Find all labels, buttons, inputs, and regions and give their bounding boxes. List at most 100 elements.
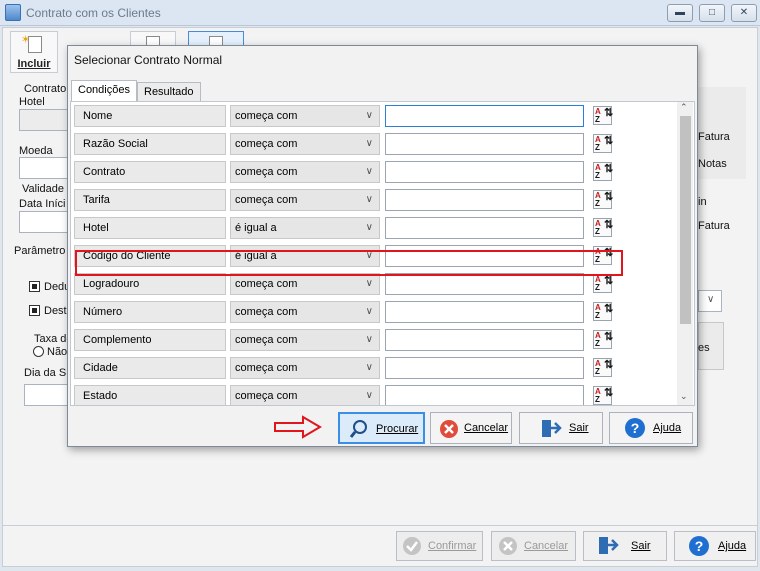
field-name-cell: Cidade <box>74 357 226 379</box>
chevron-down-icon: ∨ <box>365 334 373 345</box>
condition-row: Nome começa com ∨ A Z ⇅ <box>71 102 679 130</box>
hotel-label: Hotel <box>19 96 45 108</box>
grid-scrollbar[interactable]: ⌃ ⌄ <box>677 102 693 405</box>
value-input[interactable] <box>385 329 584 351</box>
sort-az-icon[interactable]: A Z ⇅ <box>593 386 613 405</box>
condition-row: Estado começa com ∨ A Z ⇅ <box>71 382 679 405</box>
red-arrow-icon <box>274 415 322 439</box>
hotel-field[interactable] <box>19 109 69 131</box>
operator-dropdown[interactable]: começa com ∨ <box>230 357 380 379</box>
scroll-thumb[interactable] <box>680 116 691 324</box>
chevron-down-icon: ∨ <box>365 278 373 289</box>
svg-text:?: ? <box>631 420 640 436</box>
field-name-cell: Logradouro <box>74 273 226 295</box>
value-input[interactable] <box>385 105 584 127</box>
dest-label: Dest <box>44 305 67 317</box>
sort-az-icon[interactable]: A Z ⇅ <box>593 302 613 321</box>
value-input[interactable] <box>385 133 584 155</box>
operator-value: começa com <box>235 110 298 122</box>
sort-az-icon[interactable]: A Z ⇅ <box>593 358 613 377</box>
field-name-cell: Número <box>74 301 226 323</box>
sort-az-icon[interactable]: A Z ⇅ <box>593 106 613 125</box>
operator-dropdown[interactable]: começa com ∨ <box>230 189 380 211</box>
highlight-box <box>75 250 623 276</box>
confirmar-label: Confirmar <box>428 540 477 552</box>
sort-az-icon[interactable]: A Z ⇅ <box>593 330 613 349</box>
field-name-cell: Estado <box>74 385 226 405</box>
bottom-cancelar-button[interactable]: Cancelar <box>491 531 576 561</box>
notas-label: Notas <box>698 158 727 170</box>
ajuda-button[interactable]: ? Ajuda <box>609 412 693 444</box>
svg-text:?: ? <box>695 538 704 554</box>
chevron-down-icon: ∨ <box>365 306 373 317</box>
condition-row: Complemento começa com ∨ A Z ⇅ <box>71 326 679 354</box>
operator-dropdown[interactable]: começa com ∨ <box>230 301 380 323</box>
chevron-down-icon: ∨ <box>365 166 373 177</box>
value-input[interactable] <box>385 189 584 211</box>
scroll-up-icon[interactable]: ⌃ <box>680 102 688 113</box>
field-name-cell: Contrato <box>74 161 226 183</box>
sort-az-icon[interactable]: A Z ⇅ <box>593 274 613 293</box>
operator-value: começa com <box>235 362 298 374</box>
sair-button[interactable]: Sair <box>519 412 603 444</box>
operator-value: começa com <box>235 306 298 318</box>
app-icon <box>5 4 21 21</box>
sort-az-icon[interactable]: A Z ⇅ <box>593 162 613 181</box>
chevron-down-icon: ∨ <box>365 222 373 233</box>
dedu-checkbox[interactable] <box>29 281 40 292</box>
field-name-cell: Tarifa <box>74 189 226 211</box>
dia-field[interactable] <box>24 384 69 406</box>
chevron-down-icon: ∨ <box>365 110 373 121</box>
fatura2-label: Fatura <box>698 220 730 232</box>
procurar-button[interactable]: Procurar <box>338 412 425 444</box>
close-button[interactable]: ✕ <box>731 4 757 22</box>
right-dropdown[interactable]: ∨ <box>698 290 722 312</box>
value-input[interactable] <box>385 301 584 323</box>
sort-az-icon[interactable]: A Z ⇅ <box>593 218 613 237</box>
search-icon <box>349 420 367 438</box>
sort-az-icon[interactable]: A Z ⇅ <box>593 190 613 209</box>
condition-row: Tarifa começa com ∨ A Z ⇅ <box>71 186 679 214</box>
sort-az-icon[interactable]: A Z ⇅ <box>593 134 613 153</box>
value-input[interactable] <box>385 385 584 405</box>
data-inicio-label: Data Iníci <box>19 198 66 210</box>
minimize-button[interactable]: ▬ <box>667 4 693 22</box>
operator-dropdown[interactable]: começa com ∨ <box>230 329 380 351</box>
incluir-button[interactable]: ✶ Incluir <box>10 31 58 73</box>
conditions-grid: Nome começa com ∨ A Z ⇅ Razão Social começa com… <box>70 101 695 406</box>
operator-dropdown[interactable]: começa com ∨ <box>230 385 380 405</box>
data-inicio-field[interactable] <box>19 211 69 233</box>
tab-condicoes[interactable]: Condições <box>71 80 137 102</box>
chevron-down-icon: ∨ <box>365 362 373 373</box>
help-icon: ? <box>625 418 645 438</box>
cancelar-button[interactable]: Cancelar <box>430 412 512 444</box>
tab-resultado[interactable]: Resultado <box>137 82 201 102</box>
operator-dropdown[interactable]: começa com ∨ <box>230 105 380 127</box>
operator-value: começa com <box>235 278 298 290</box>
operator-value: começa com <box>235 390 298 402</box>
operator-dropdown[interactable]: começa com ∨ <box>230 161 380 183</box>
value-input[interactable] <box>385 273 584 295</box>
operator-dropdown[interactable]: começa com ∨ <box>230 273 380 295</box>
parametro-tab[interactable]: Parâmetro <box>14 245 65 257</box>
nao-radio[interactable] <box>33 346 44 357</box>
operator-dropdown[interactable]: é igual a ∨ <box>230 217 380 239</box>
moeda-field[interactable] <box>19 157 69 179</box>
operator-value: começa com <box>235 194 298 206</box>
condition-row: Cidade começa com ∨ A Z ⇅ <box>71 354 679 382</box>
contrato-label: Contrato <box>24 83 67 95</box>
bottom-sair-button[interactable]: Sair <box>583 531 667 561</box>
bottom-ajuda-button[interactable]: ? Ajuda <box>674 531 756 561</box>
value-input[interactable] <box>385 357 584 379</box>
scroll-down-icon[interactable]: ⌄ <box>680 391 688 402</box>
bottom-cancelar-label: Cancelar <box>524 540 569 552</box>
value-input[interactable] <box>385 161 584 183</box>
dest-checkbox[interactable] <box>29 305 40 316</box>
nao-label: Não <box>47 346 68 358</box>
procurar-label: Procurar <box>376 423 419 435</box>
value-input[interactable] <box>385 217 584 239</box>
operator-dropdown[interactable]: começa com ∨ <box>230 133 380 155</box>
confirmar-button[interactable]: Confirmar <box>396 531 483 561</box>
help-icon: ? <box>689 536 709 556</box>
maximize-button[interactable]: □ <box>699 4 725 22</box>
